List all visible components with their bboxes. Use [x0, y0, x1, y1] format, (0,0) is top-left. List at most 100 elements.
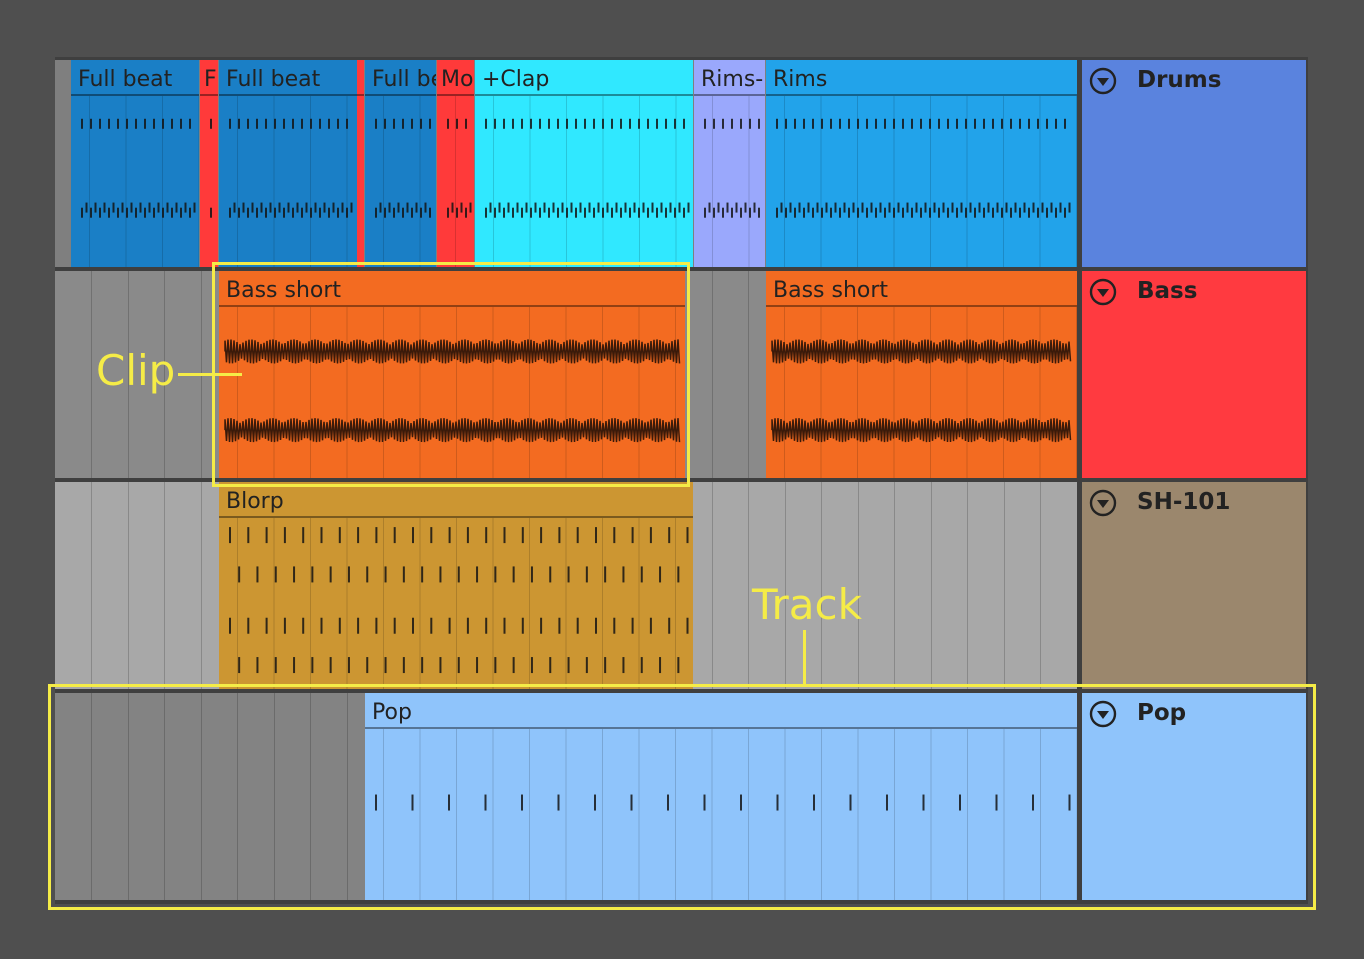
midi-note — [346, 207, 348, 218]
clip-clap[interactable]: +Clap — [475, 60, 693, 267]
midi-note — [593, 207, 595, 218]
midi-note — [1001, 207, 1003, 218]
midi-note — [866, 118, 868, 129]
clip-grid-line — [1003, 96, 1004, 267]
midi-note — [256, 657, 259, 674]
track-header-bass[interactable]: Bass — [1082, 271, 1306, 478]
midi-note — [548, 118, 550, 129]
midi-note — [631, 527, 634, 544]
midi-notes — [357, 96, 364, 267]
midi-note — [884, 118, 886, 129]
clip-f[interactable]: F — [200, 60, 218, 267]
midi-note — [314, 202, 317, 213]
track-highlight-box — [48, 684, 1316, 910]
midi-note — [539, 207, 541, 218]
midi-note — [576, 527, 579, 544]
midi-note — [412, 617, 414, 634]
clip-grid-line — [1039, 307, 1041, 478]
waveform — [771, 307, 1077, 478]
midi-note — [726, 202, 729, 213]
midi-note — [906, 202, 909, 213]
midi-note — [265, 617, 268, 634]
clip-full-be[interactable]: Full be — [365, 60, 436, 267]
midi-note — [406, 202, 409, 213]
midi-note — [633, 202, 636, 213]
midi-note — [911, 207, 913, 218]
track-lane-drums[interactable]: Full beat F Full beat Full be Mo +Clap R… — [55, 60, 1077, 267]
clip-rims[interactable]: Rims — [766, 60, 1077, 267]
clip-grid-line — [273, 518, 275, 689]
midi-note — [870, 202, 873, 213]
midi-note — [402, 207, 404, 218]
midi-note — [647, 207, 649, 218]
clip-rims-short[interactable]: Rims- — [694, 60, 765, 267]
grid-line — [712, 271, 713, 478]
midi-note — [933, 202, 936, 213]
midi-note — [1064, 118, 1066, 129]
midi-note — [402, 118, 404, 129]
midi-note — [162, 118, 164, 129]
clip-red-short[interactable] — [357, 60, 364, 267]
midi-note — [521, 207, 523, 218]
track-annotation-label: Track — [752, 580, 862, 629]
midi-note — [338, 617, 341, 634]
midi-note — [319, 118, 321, 129]
midi-note — [229, 527, 231, 544]
midi-note — [439, 657, 442, 674]
collapse-arrow-icon[interactable] — [1089, 489, 1117, 517]
midi-note — [503, 617, 506, 634]
track-header-drums[interactable]: Drums — [1082, 60, 1306, 267]
midi-note — [848, 118, 850, 129]
clip-grid-line — [237, 518, 238, 689]
midi-note — [144, 118, 146, 129]
clip-blorp[interactable]: Blorp — [219, 482, 693, 689]
midi-note — [803, 118, 805, 129]
midi-note — [424, 202, 427, 213]
midi-note — [171, 207, 173, 218]
midi-note — [247, 527, 250, 544]
track-lane-sh101[interactable]: Blorp — [55, 482, 1077, 689]
midi-note — [812, 207, 814, 218]
midi-note — [301, 207, 303, 218]
midi-note — [375, 617, 378, 634]
midi-note — [785, 207, 787, 218]
clip-full-beat[interactable]: Full beat — [71, 60, 199, 267]
midi-note — [902, 118, 904, 129]
midi-note — [992, 207, 994, 218]
clip-label: Blorp — [226, 489, 284, 514]
midi-note — [749, 118, 751, 129]
midi-note — [283, 118, 285, 129]
collapse-arrow-icon[interactable] — [1089, 278, 1117, 306]
midi-note — [722, 118, 724, 129]
midi-note — [430, 527, 433, 544]
track-header-sh101[interactable]: SH-101 — [1082, 482, 1306, 689]
midi-note — [329, 657, 332, 674]
midi-note — [558, 527, 561, 544]
clip-bass-short-2[interactable]: Bass short — [766, 271, 1077, 478]
midi-note — [996, 202, 999, 213]
midi-note — [503, 207, 505, 218]
midi-note — [1055, 118, 1057, 129]
clip-label: Bass short — [773, 278, 889, 303]
clip-full-beat-2[interactable]: Full beat — [219, 60, 357, 267]
midi-note — [665, 207, 667, 218]
midi-note — [656, 207, 658, 218]
midi-note — [512, 657, 515, 674]
collapse-arrow-icon[interactable] — [1089, 67, 1117, 95]
midi-note — [776, 118, 778, 129]
midi-note — [384, 566, 387, 583]
midi-note — [117, 207, 119, 218]
midi-note — [148, 202, 151, 213]
midi-note — [229, 617, 231, 634]
clip-mo[interactable]: Mo — [437, 60, 474, 267]
midi-note — [602, 118, 604, 129]
midi-note — [624, 202, 627, 213]
midi-note — [99, 207, 101, 218]
midi-note — [888, 202, 891, 213]
midi-note — [735, 202, 738, 213]
grid-line — [748, 271, 749, 478]
midi-note — [816, 202, 819, 213]
midi-note — [108, 207, 110, 218]
track-pointer-line — [803, 630, 806, 686]
midi-note — [139, 202, 142, 213]
